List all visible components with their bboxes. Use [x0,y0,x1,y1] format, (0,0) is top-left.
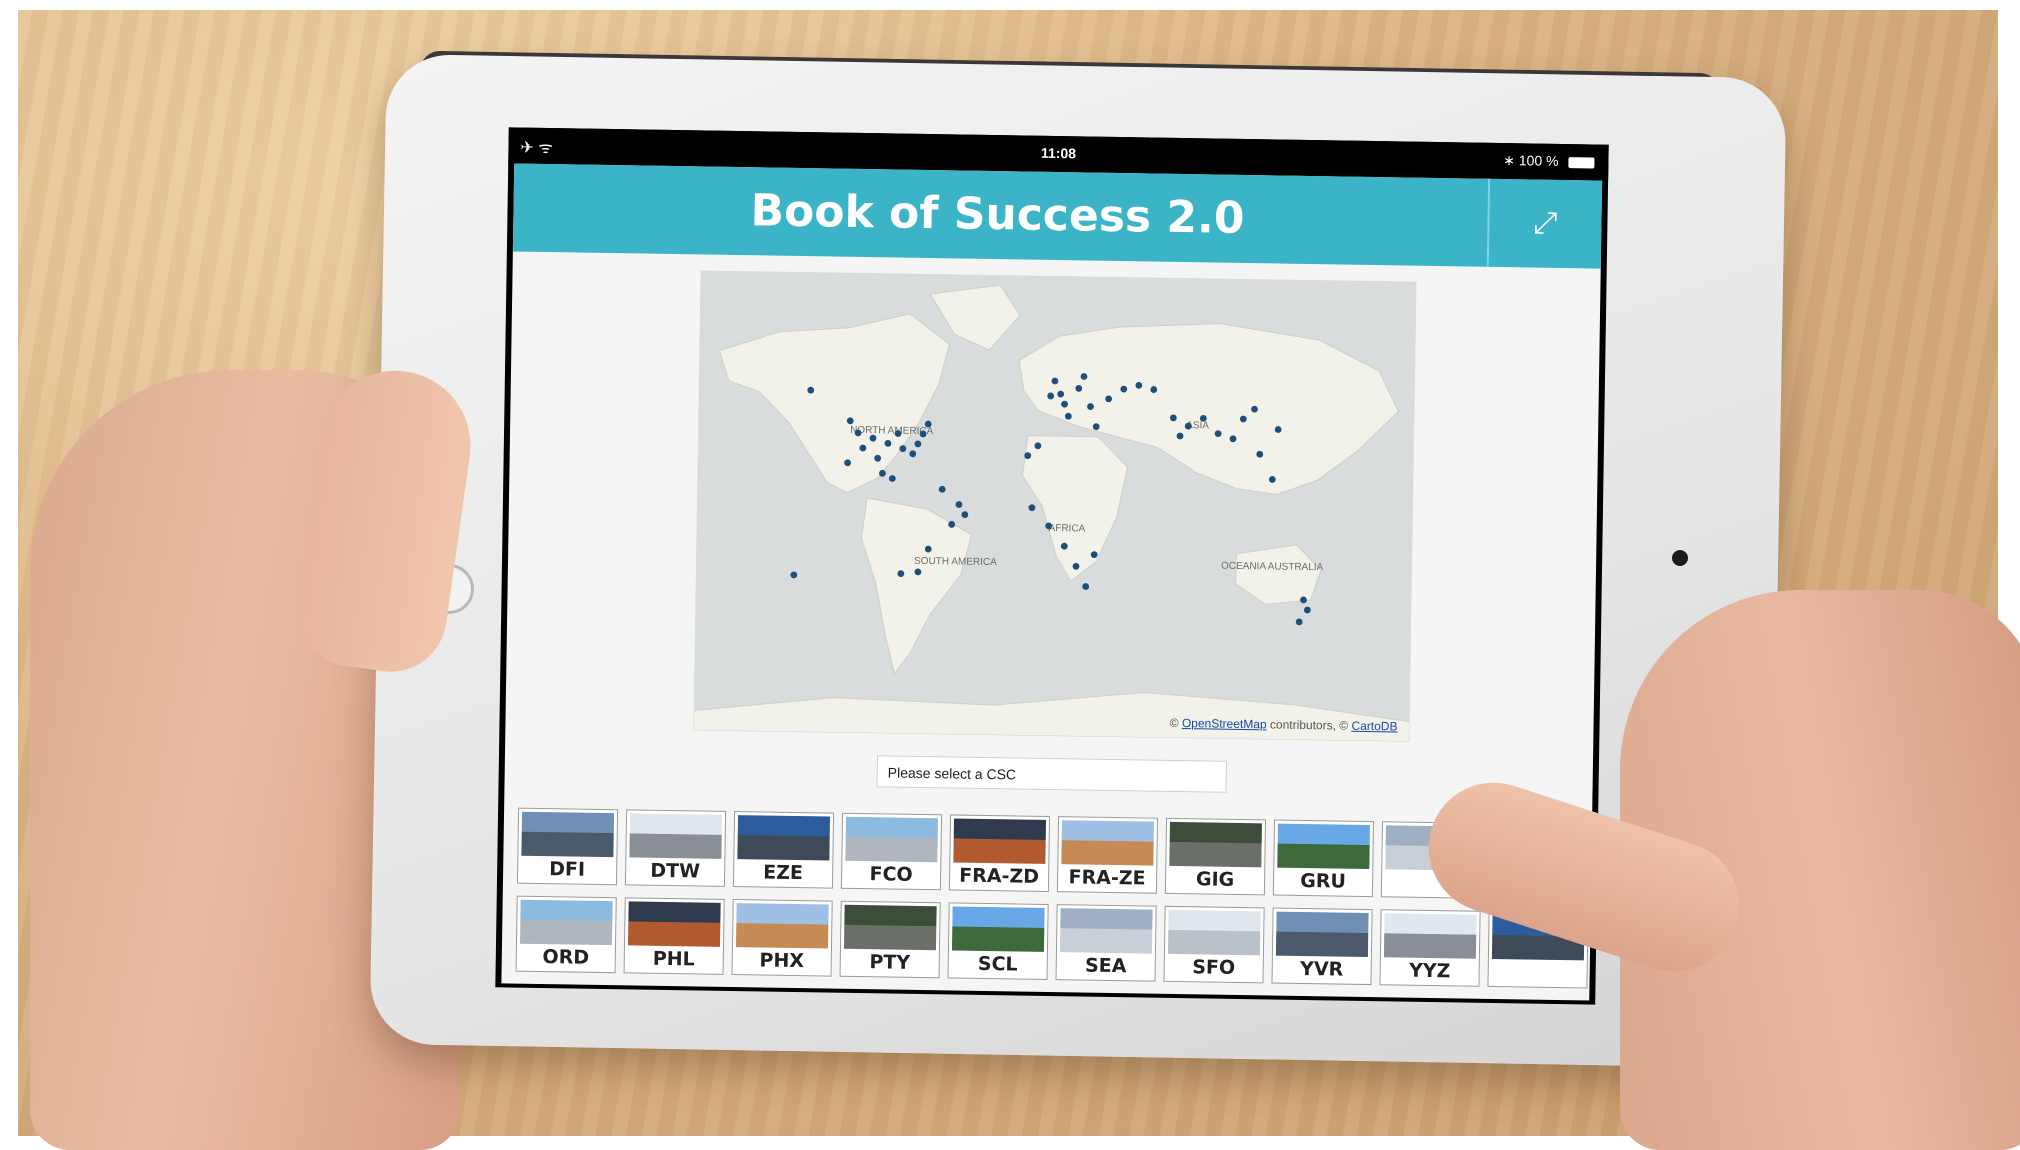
csc-tile[interactable]: PHL [623,897,725,975]
building-thumbnail [951,906,1045,952]
csc-tile-grid: DFI DTW EZE FCO FRA-ZD FRA-ZE GIG GRU ORD PHL PHX… [515,807,1592,989]
osm-link[interactable]: OpenStreetMap [1182,716,1267,731]
tile-label: GIG [1195,868,1235,891]
csc-tile[interactable]: SFO [1163,905,1265,984]
cartodb-link[interactable]: CartoDB [1351,719,1397,734]
csc-tile[interactable]: ORD [515,895,617,974]
building-thumbnail [520,899,613,946]
tile-label: PTY [869,951,911,974]
csc-tile[interactable]: DFI [516,807,619,886]
location-marker[interactable] [1028,504,1036,512]
page-title: Book of Success 2.0 [750,185,1245,244]
attribution-prefix: © [1169,715,1179,731]
location-marker[interactable] [914,440,922,448]
csc-tile[interactable]: PHX [731,899,833,977]
tile-row-2: ORD PHL PHX PTY SCL SEA SFO YVR YYZ [515,895,1589,989]
continents [693,284,1411,742]
csc-tile[interactable]: GRU [1272,819,1375,898]
expand-icon: ⤢ [1533,205,1558,241]
land-south-america [860,497,973,675]
location-marker[interactable] [888,475,896,482]
building-thumbnail [1275,911,1369,958]
building-thumbnail [1277,823,1370,870]
land-africa [1021,435,1129,583]
status-right: ∗ 100 % [1503,152,1595,170]
tile-label: EZE [763,861,804,885]
building-thumbnail [953,818,1047,864]
land-australia [1235,544,1322,605]
battery-icon [1568,156,1595,169]
expand-button[interactable]: ⤢ [1486,178,1603,269]
location-marker[interactable] [955,501,963,508]
world-map[interactable]: NORTH AMERICA SOUTH AMERICA AFRICA ASIA … [693,270,1417,742]
tile-label: ORD [542,946,590,969]
csc-tile[interactable]: PTY [839,900,941,979]
camera [1672,550,1688,566]
csc-tile[interactable]: DTW [624,809,727,887]
tile-label: FCO [869,863,913,886]
attribution-middle: contributors, © [1269,717,1349,733]
csc-tile[interactable]: SCL [947,902,1049,980]
location-marker[interactable] [961,511,969,519]
building-thumbnail [1061,820,1154,866]
building-thumbnail [521,811,615,858]
building-thumbnail [1059,908,1153,954]
map-canvas[interactable]: NORTH AMERICA SOUTH AMERICA AFRICA ASIA … [693,270,1416,742]
csc-tile[interactable]: YVR [1271,907,1373,986]
csc-tile[interactable]: SEA [1055,904,1157,982]
land-north-america [718,313,951,494]
tile-label: YVR [1299,957,1344,981]
location-marker[interactable] [1303,606,1311,614]
building-thumbnail [1383,913,1477,959]
location-marker[interactable] [938,485,946,493]
csc-tile[interactable]: FRA-ZD [948,814,1051,892]
tile-label: DFI [549,858,586,881]
tile-label: PHX [759,949,805,973]
csc-tile[interactable]: EZE [732,811,835,889]
tile-label: PHL [652,947,695,971]
land-antarctica [693,691,1411,742]
building-thumbnail [737,815,831,861]
tile-label: SEA [1084,954,1127,978]
tile-label: SFO [1192,956,1236,979]
location-marker[interactable] [790,571,798,579]
csc-tile[interactable]: YYZ [1379,909,1481,987]
tile-label: DTW [650,859,701,883]
tile-label [1489,983,1587,985]
building-thumbnail [1167,909,1261,956]
building-thumbnail [1169,821,1262,868]
tile-label: FRA-ZD [959,864,1040,888]
building-thumbnail [627,901,721,947]
location-marker[interactable] [1082,583,1090,590]
battery-percent: 100 % [1518,152,1559,169]
csc-tile[interactable]: FRA-ZE [1056,816,1159,894]
csc-tile[interactable]: GIG [1164,817,1267,896]
csc-select[interactable]: Please select a CSC [876,755,1227,793]
location-marker[interactable] [1295,618,1303,626]
tile-label: FRA-ZE [1068,866,1146,890]
building-thumbnail [735,903,829,949]
building-thumbnail [845,816,939,863]
location-marker[interactable] [909,450,917,458]
csc-tile[interactable]: FCO [840,812,943,891]
building-thumbnail [629,813,723,859]
map-label-africa: AFRICA [1049,523,1086,535]
map-label-oceania: OCEANIA AUSTRALIA [1221,561,1324,574]
tile-label: SCL [977,952,1018,976]
tile-label: GRU [1300,869,1347,893]
status-time: 11:08 [1040,144,1077,162]
building-thumbnail [843,904,937,951]
bluetooth-icon: ∗ [1503,152,1516,169]
tile-label: YYZ [1408,959,1451,983]
map-label-south-america: SOUTH AMERICA [914,556,997,568]
app-header: Book of Success 2.0 ⤢ [512,163,1603,269]
